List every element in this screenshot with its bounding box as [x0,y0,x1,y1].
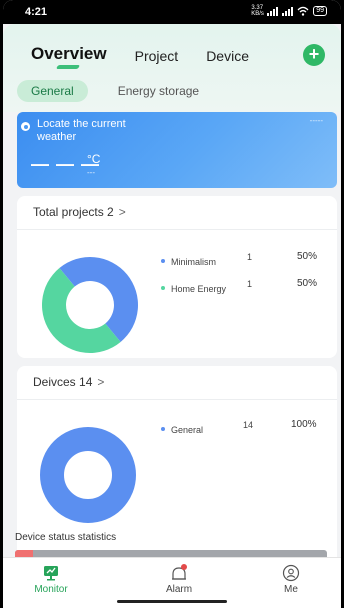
legend-count: 1 [247,279,253,289]
device-status-title: Device status statistics [15,532,117,543]
legend-item: Home Energy [161,279,226,297]
weather-unit: °C [87,152,101,166]
tab-label: Monitor [34,584,68,595]
devices-donut-chart [40,427,136,523]
tab-alarm[interactable]: Alarm [149,564,209,595]
home-indicator [117,600,227,603]
legend-dot [161,258,165,263]
tab-label: Me [284,584,298,595]
legend-name: General [171,425,204,435]
legend-percent: 50% [297,251,318,262]
chevron-right-icon: > [118,205,126,219]
weather-card[interactable]: Locate the current weather ----- — — — °… [17,112,337,188]
subtab-energy-storage[interactable]: Energy storage [104,80,213,102]
weather-extra: ----- [309,116,323,125]
plus-icon: + [308,44,320,64]
tab-project[interactable]: Project [135,48,179,64]
status-bar: 4:21 3.37 KB/s 99 [3,0,341,24]
top-nav: Overview Project Device [31,44,277,64]
tab-monitor[interactable]: Monitor [21,564,81,595]
projects-title: Total projects 2 [33,205,114,219]
status-time: 4:21 [25,6,48,18]
legend-dot [161,426,165,431]
legend-item: Minimalism [161,252,216,270]
legend-item: General [161,420,203,438]
legend-percent: 50% [297,278,318,289]
header: Overview Project Device + General Energy… [3,24,341,112]
legend-name: Minimalism [171,257,216,267]
network-speed: 3.37 KB/s [251,5,264,17]
tab-label: Alarm [165,584,193,595]
battery-icon: 99 [313,6,327,16]
tab-me[interactable]: Me [261,564,321,595]
user-icon [282,564,300,582]
subtab-general[interactable]: General [17,80,88,102]
locate-weather-label: Locate the current weather [37,118,126,143]
sub-tabs: General Energy storage [17,80,229,102]
legend-name: Home Energy [171,284,227,294]
devices-card-header[interactable]: Deivces 14 > [17,366,337,400]
projects-card-header[interactable]: Total projects 2 > [17,196,337,230]
legend-percent: 100% [291,419,317,430]
add-button[interactable]: + [303,44,325,66]
legend-count: 1 [247,252,253,262]
signal-icon [267,6,279,16]
weather-sub: --- [87,168,95,177]
location-icon [21,122,30,131]
legend-dot [161,285,165,290]
projects-card: Total projects 2 > Minimalism 1 50% Home … [17,196,337,358]
chevron-right-icon: > [97,375,105,389]
tab-overview[interactable]: Overview [31,44,107,64]
donut-slice-general [40,427,136,523]
signal-icon-2 [282,6,294,16]
monitor-icon [44,566,58,581]
app-screen: 4:21 3.37 KB/s 99 Overview Project Devic… [3,0,341,608]
tab-device[interactable]: Device [206,48,249,64]
wifi-icon [297,6,309,16]
projects-donut-chart [42,257,138,353]
bell-icon [172,564,187,580]
devices-title: Deivces 14 [33,375,93,389]
legend-count: 14 [243,420,254,430]
status-icons: 3.37 KB/s 99 [251,5,327,17]
